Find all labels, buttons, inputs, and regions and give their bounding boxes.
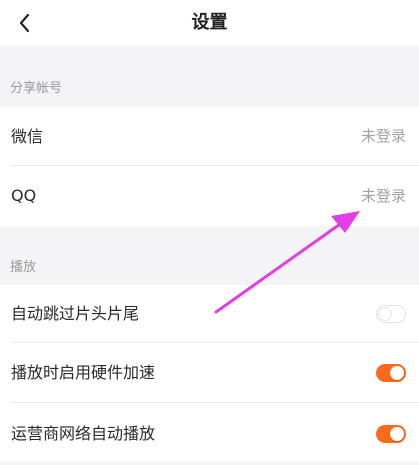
row-carrier-network-autoplay[interactable]: 运营商网络自动播放	[0, 403, 419, 462]
toggle-knob	[378, 306, 392, 321]
section-header-share-accounts: 分享帐号	[10, 81, 63, 96]
toggle-knob	[390, 427, 404, 441]
carrier-network-autoplay-label: 运营商网络自动播放	[11, 424, 156, 443]
toggle-knob	[390, 366, 404, 380]
section-header-playback: 播放	[10, 260, 37, 275]
qq-status: 未登录	[360, 187, 406, 205]
carrier-network-autoplay-toggle[interactable]	[376, 425, 406, 443]
qq-label: QQ	[11, 186, 37, 205]
hardware-acceleration-label: 播放时启用硬件加速	[11, 363, 156, 382]
row-hardware-acceleration[interactable]: 播放时启用硬件加速	[0, 343, 419, 403]
skip-intro-outro-toggle[interactable]	[376, 305, 406, 323]
page-title: 设置	[191, 12, 228, 33]
wechat-status: 未登录	[360, 127, 406, 145]
row-qq[interactable]: QQ 未登录	[0, 166, 419, 226]
wechat-label: 微信	[11, 127, 44, 146]
skip-intro-outro-label: 自动跳过片头片尾	[11, 304, 140, 323]
navigation-bar: 设置	[0, 0, 419, 46]
row-wechat[interactable]: 微信 未登录	[0, 107, 419, 166]
row-skip-intro-outro[interactable]: 自动跳过片头片尾	[0, 285, 419, 343]
hardware-acceleration-toggle[interactable]	[376, 364, 406, 382]
